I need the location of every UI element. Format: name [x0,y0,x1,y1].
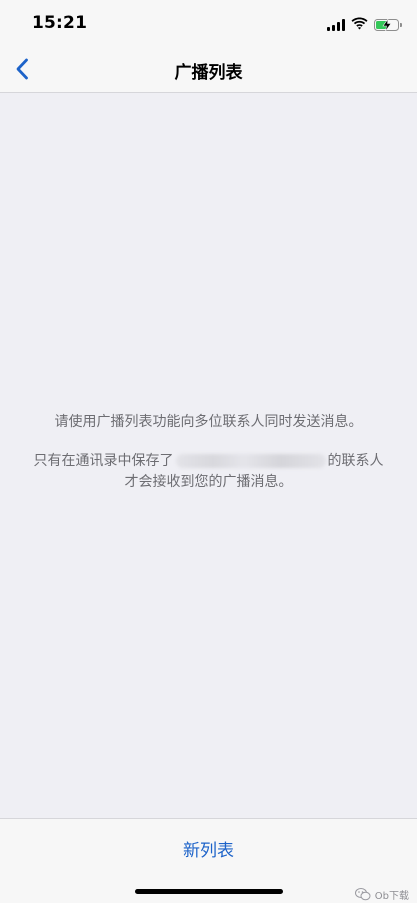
hint-primary: 请使用广播列表功能向多位联系人同时发送消息。 [54,414,363,430]
status-time: 15:21 [32,13,88,33]
bolt-icon [382,18,392,31]
navigation-bar: 广播列表 [0,46,417,93]
page-title: 广播列表 [174,63,243,83]
hint-secondary-before: 只有在通讯录中保存了 [33,453,174,469]
watermark-text: Ob下载 [374,891,409,902]
hint-secondary-line2: 才会接收到您的广播消息。 [124,474,293,490]
broadcast-list-empty-state: 请使用广播列表功能向多位联系人同时发送消息。 只有在通讯录中保存了 的联系人 才会… [0,93,417,818]
hint-secondary: 只有在通讯录中保存了 的联系人 才会接收到您的广播消息。 [0,451,417,493]
status-icons [327,15,402,34]
wechat-icon [354,888,371,901]
signal-icon [327,18,345,31]
blurred-phone-number [175,454,326,468]
wifi-icon [351,15,368,34]
watermark: Ob下载 [354,887,409,902]
home-indicator[interactable] [135,889,283,894]
bottom-toolbar: 新列表 Ob下载 [0,818,417,903]
hint-secondary-after: 的联系人 [327,453,384,469]
status-bar: 15:21 [0,0,417,46]
hint-secondary-line1: 只有在通讯录中保存了 的联系人 [0,451,417,472]
battery-charging-icon [374,18,402,31]
new-list-button[interactable]: 新列表 [0,836,417,861]
